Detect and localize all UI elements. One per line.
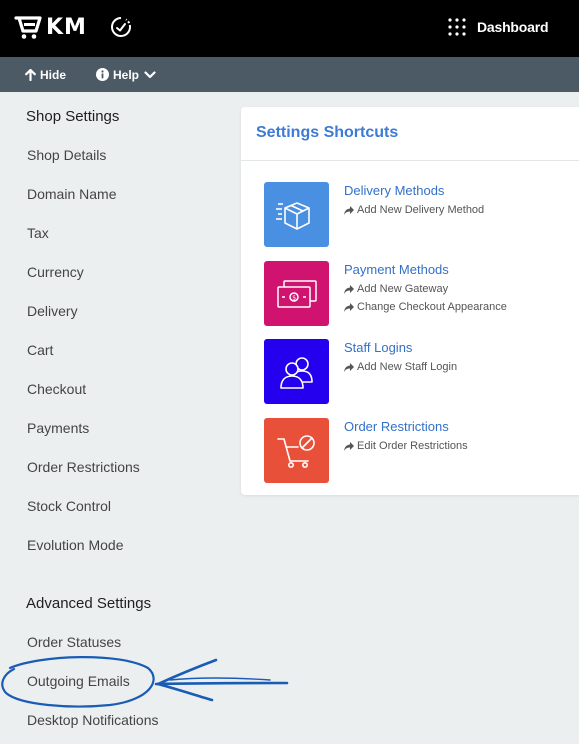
chevron-down-icon: [144, 70, 156, 78]
shortcut-link-label: Add New Staff Login: [357, 361, 458, 373]
shortcut-link-label: Edit Order Restrictions: [357, 440, 468, 452]
package-icon: [275, 201, 310, 230]
staff-logins-link[interactable]: Staff Logins: [344, 340, 412, 355]
sidebar-item-cart[interactable]: Cart: [27, 342, 53, 358]
svg-text:$: $: [292, 294, 296, 301]
share-arrow-icon: [344, 205, 354, 215]
order-restrictions-tile[interactable]: [264, 418, 329, 483]
sidebar-item-desktop-notifications[interactable]: Desktop Notifications: [27, 712, 159, 728]
sidebar-item-payments[interactable]: Payments: [27, 420, 89, 436]
payment-methods-tile[interactable]: $: [264, 261, 329, 326]
payment-methods-link[interactable]: Payment Methods: [344, 262, 449, 277]
panel-title: Settings Shortcuts: [256, 124, 399, 141]
top-bar: KM Dashboard: [0, 0, 579, 57]
dashboard-link[interactable]: Dashboard: [447, 17, 549, 37]
sidebar-item-delivery[interactable]: Delivery: [27, 303, 78, 319]
sidebar-item-outgoing-emails[interactable]: Outgoing Emails: [27, 673, 130, 689]
arrow-up-icon: [25, 68, 36, 81]
sidebar-item-domain-name[interactable]: Domain Name: [27, 186, 116, 202]
delivery-methods-tile[interactable]: [264, 182, 329, 247]
logo-text: KM: [46, 14, 87, 40]
sidebar-item-evolution-mode[interactable]: Evolution Mode: [27, 537, 124, 553]
sidebar-item-shop-details[interactable]: Shop Details: [27, 147, 106, 163]
add-new-delivery-method-link[interactable]: Add New Delivery Method: [344, 204, 484, 216]
cart-logo-icon: [14, 16, 42, 39]
share-arrow-icon: [344, 441, 354, 451]
sub-toolbar: Hide Help: [0, 57, 579, 92]
add-new-staff-login-link[interactable]: Add New Staff Login: [344, 361, 457, 373]
sidebar-item-tax[interactable]: Tax: [27, 225, 49, 241]
sidebar-item-currency[interactable]: Currency: [27, 264, 84, 280]
sidebar-item-order-statuses[interactable]: Order Statuses: [27, 634, 121, 650]
staff-logins-tile[interactable]: [264, 339, 329, 404]
panel-divider: [241, 160, 579, 161]
share-arrow-icon: [344, 362, 354, 372]
shop-settings-heading: Shop Settings: [26, 108, 120, 125]
hide-button[interactable]: Hide: [25, 57, 66, 92]
help-menu-button[interactable]: Help: [96, 57, 156, 92]
sidebar-item-stock-control[interactable]: Stock Control: [27, 498, 111, 514]
advanced-settings-heading: Advanced Settings: [26, 595, 152, 612]
add-new-gateway-link[interactable]: Add New Gateway: [344, 283, 448, 295]
share-arrow-icon: [344, 284, 354, 294]
info-icon: [96, 68, 109, 81]
settings-shortcuts-panel: Settings Shortcuts Delivery Methods Add …: [241, 107, 579, 495]
banknote-icon: $: [276, 279, 317, 308]
sidebar-item-checkout[interactable]: Checkout: [27, 381, 86, 397]
change-checkout-appearance-link[interactable]: Change Checkout Appearance: [344, 301, 507, 313]
sidebar-item-order-restrictions[interactable]: Order Restrictions: [27, 459, 140, 475]
delivery-methods-link[interactable]: Delivery Methods: [344, 183, 444, 198]
help-label: Help: [113, 67, 140, 82]
speedometer-icon[interactable]: [109, 15, 133, 39]
shortcut-link-label: Add New Gateway: [357, 283, 449, 295]
users-icon: [279, 356, 313, 389]
edit-order-restrictions-link[interactable]: Edit Order Restrictions: [344, 440, 468, 452]
share-arrow-icon: [344, 302, 354, 312]
order-restrictions-link[interactable]: Order Restrictions: [344, 419, 449, 434]
hide-label: Hide: [40, 67, 67, 82]
shortcut-link-label: Add New Delivery Method: [357, 204, 485, 216]
shortcut-link-label: Change Checkout Appearance: [357, 301, 507, 313]
dashboard-label: Dashboard: [477, 19, 549, 35]
grid-dots-icon: [448, 18, 466, 36]
ekm-logo[interactable]: KM: [14, 14, 87, 40]
cart-blocked-icon: [276, 434, 315, 468]
